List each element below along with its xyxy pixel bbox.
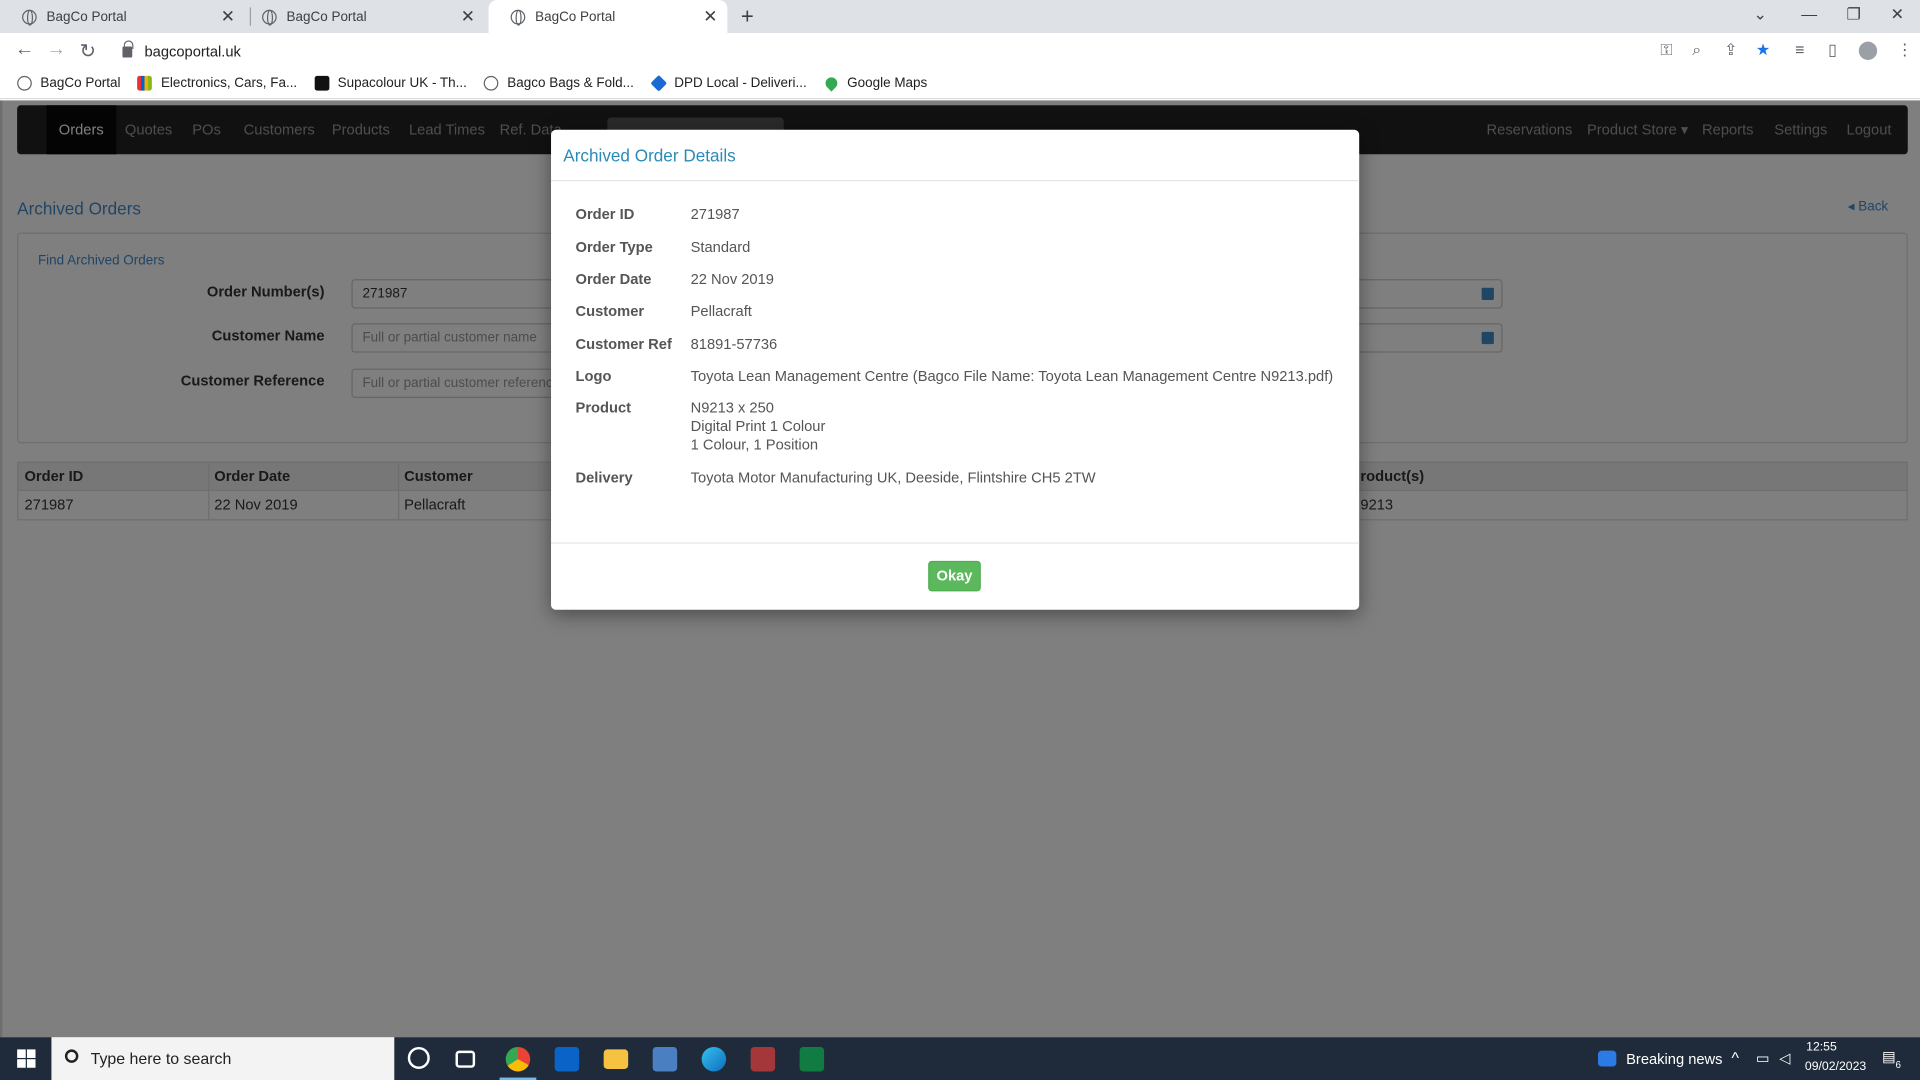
cortana-icon[interactable] bbox=[407, 1046, 430, 1069]
bookmark[interactable]: Bagco Bags & Fold... bbox=[484, 75, 634, 91]
search-icon bbox=[64, 1049, 79, 1063]
ebay-icon bbox=[137, 75, 153, 91]
field-label: Logo bbox=[575, 367, 612, 385]
archived-order-dialog: Archived Order Details Order ID 271987 O… bbox=[551, 129, 1360, 610]
field-value: Toyota Motor Manufacturing UK, Deeside, … bbox=[690, 468, 1096, 487]
network-icon[interactable]: ▭ bbox=[1756, 1049, 1770, 1066]
minimize-button[interactable]: — bbox=[1801, 5, 1817, 23]
task-view-icon[interactable] bbox=[455, 1050, 476, 1068]
close-icon[interactable]: ✕ bbox=[221, 6, 235, 27]
field-label: Order Date bbox=[575, 270, 652, 288]
taskbar-search[interactable]: Type here to search bbox=[51, 1037, 395, 1080]
bookmark-label: Bagco Bags & Fold... bbox=[507, 75, 634, 91]
globe-icon bbox=[17, 75, 32, 91]
search-placeholder: Type here to search bbox=[90, 1049, 232, 1068]
excel-icon[interactable] bbox=[799, 1046, 825, 1072]
field-value: N9213 x 250 Digital Print 1 Colour 1 Col… bbox=[691, 399, 826, 454]
windows-start-icon[interactable] bbox=[17, 1049, 36, 1068]
media-icon[interactable]: ≡ bbox=[1795, 40, 1804, 58]
supacolour-icon bbox=[314, 75, 330, 91]
bookmark-label: Google Maps bbox=[847, 75, 928, 91]
sidepanel-icon[interactable]: ▯ bbox=[1828, 40, 1837, 60]
forward-arrow-icon[interactable]: → bbox=[47, 39, 67, 61]
url-text: bagcoportal.uk bbox=[144, 42, 241, 61]
dialog-title: Archived Order Details bbox=[563, 145, 736, 166]
field-value: Pellacraft bbox=[690, 302, 752, 320]
edge-icon[interactable] bbox=[701, 1046, 727, 1072]
chrome-icon[interactable] bbox=[505, 1046, 531, 1072]
field-label: Product bbox=[575, 399, 632, 417]
reload-icon[interactable]: ↻ bbox=[80, 39, 96, 63]
volume-icon[interactable]: ◁ bbox=[1779, 1049, 1790, 1066]
news-icon[interactable] bbox=[1597, 1050, 1617, 1067]
field-value: 81891-57736 bbox=[690, 335, 778, 353]
tab-bar: BagCo Portal ✕ BagCo Portal ✕ BagCo Port… bbox=[0, 0, 1920, 34]
bookmark-label: DPD Local - Deliveri... bbox=[674, 75, 807, 91]
back-arrow-icon[interactable]: ← bbox=[15, 39, 35, 61]
dpd-icon bbox=[650, 74, 667, 92]
globe-icon bbox=[22, 9, 37, 26]
tab-search-icon[interactable]: ⌄ bbox=[1753, 5, 1766, 25]
product-line: Digital Print 1 Colour bbox=[690, 417, 826, 435]
divider bbox=[551, 542, 1360, 544]
bookmark[interactable]: Electronics, Cars, Fa... bbox=[137, 75, 298, 91]
news-label[interactable]: Breaking news bbox=[1626, 1051, 1722, 1068]
maps-pin-icon bbox=[822, 74, 840, 92]
field-value: 271987 bbox=[690, 205, 740, 223]
clock-time[interactable]: 12:55 bbox=[1806, 1041, 1837, 1054]
bookmarks-bar: BagCo Portal Electronics, Cars, Fa... Su… bbox=[0, 68, 1920, 100]
field-value: Toyota Lean Management Centre (Bagco Fil… bbox=[690, 367, 1334, 385]
close-icon[interactable]: ✕ bbox=[703, 6, 717, 27]
close-window-button[interactable]: ✕ bbox=[1891, 5, 1904, 25]
bookmark-label: Supacolour UK - Th... bbox=[337, 75, 467, 91]
file-explorer-icon[interactable] bbox=[603, 1049, 629, 1069]
browser-tab[interactable]: BagCo Portal ✕ bbox=[0, 0, 245, 33]
browser-tab[interactable]: BagCo Portal ✕ bbox=[240, 0, 485, 33]
bookmark[interactable]: DPD Local - Deliveri... bbox=[650, 74, 807, 92]
tab-title: BagCo Portal bbox=[535, 9, 616, 24]
key-icon[interactable]: ⚿ bbox=[1660, 40, 1672, 60]
globe-icon bbox=[510, 9, 526, 26]
notification-icon[interactable]: ▤ bbox=[1882, 1048, 1896, 1065]
outlook-icon[interactable] bbox=[554, 1046, 580, 1072]
field-label: Order Type bbox=[575, 238, 653, 256]
product-line: 1 Colour, 1 Position bbox=[690, 435, 819, 454]
field-label: Delivery bbox=[575, 468, 633, 487]
field-label: Order ID bbox=[575, 205, 635, 223]
bookmark[interactable]: BagCo Portal bbox=[17, 75, 121, 91]
share-icon[interactable]: ⇪ bbox=[1724, 40, 1737, 60]
access-icon[interactable] bbox=[750, 1046, 776, 1072]
new-tab-button[interactable]: + bbox=[741, 4, 754, 30]
chevron-up-icon[interactable]: ^ bbox=[1731, 1048, 1738, 1066]
field-value: Standard bbox=[690, 238, 751, 256]
globe-icon bbox=[484, 75, 499, 91]
menu-icon[interactable]: ⋮ bbox=[1897, 40, 1913, 60]
profile-icon[interactable] bbox=[1858, 41, 1878, 61]
divider bbox=[551, 180, 1360, 182]
notification-count: 6 bbox=[1895, 1059, 1901, 1071]
browser-tab-active[interactable]: BagCo Portal ✕ bbox=[488, 0, 728, 34]
url-bar[interactable]: bagcoportal.uk bbox=[112, 36, 1651, 67]
close-icon[interactable]: ✕ bbox=[461, 6, 475, 27]
calculator-icon[interactable] bbox=[652, 1046, 678, 1072]
restore-button[interactable]: ❐ bbox=[1847, 5, 1861, 25]
tab-title: BagCo Portal bbox=[286, 9, 367, 24]
lock-icon bbox=[122, 39, 134, 57]
product-line: N9213 x 250 bbox=[690, 399, 774, 417]
windows-taskbar: Type here to search Breaking news ^ ▭ ◁ … bbox=[0, 1037, 1920, 1080]
field-value: 22 Nov 2019 bbox=[690, 270, 774, 288]
address-bar-row: ← → ↻ bagcoportal.uk ⚿ ⌕ ⇪ ★ ≡ ▯ ⋮ bbox=[0, 33, 1920, 69]
tab-title: BagCo Portal bbox=[46, 9, 127, 24]
zoom-icon[interactable]: ⌕ bbox=[1692, 40, 1701, 60]
star-icon[interactable]: ★ bbox=[1756, 40, 1770, 60]
bookmark[interactable]: Supacolour UK - Th... bbox=[314, 75, 467, 91]
bookmark-label: Electronics, Cars, Fa... bbox=[160, 75, 298, 91]
okay-button[interactable]: Okay bbox=[928, 560, 981, 592]
bookmark-label: BagCo Portal bbox=[40, 75, 121, 91]
field-label: Customer bbox=[575, 302, 645, 320]
clock-date[interactable]: 09/02/2023 bbox=[1805, 1060, 1866, 1073]
field-label: Customer Ref bbox=[575, 335, 672, 353]
globe-icon bbox=[262, 9, 277, 26]
bookmark[interactable]: Google Maps bbox=[822, 74, 928, 92]
